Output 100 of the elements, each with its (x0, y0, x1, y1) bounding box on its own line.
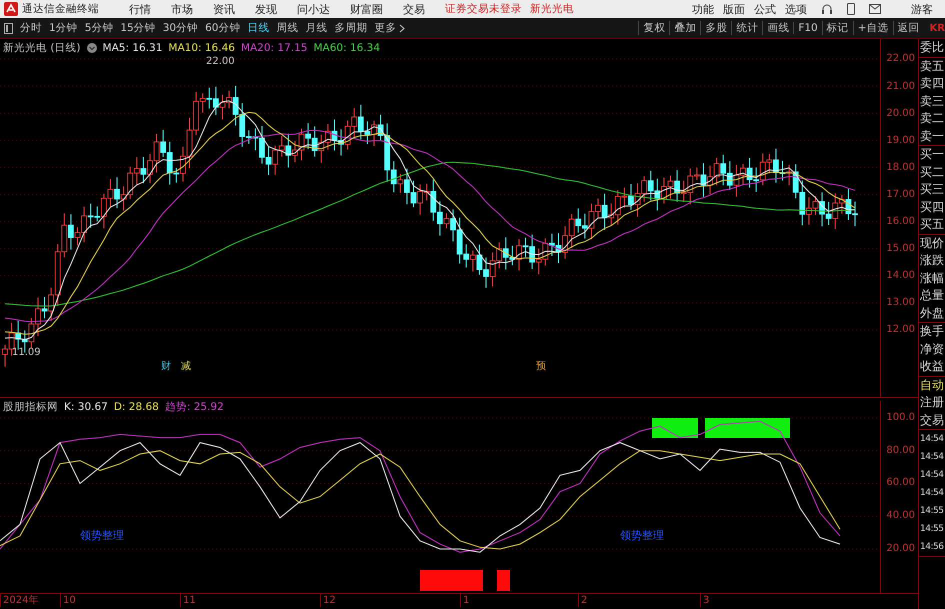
menu-item[interactable]: 公式 (754, 2, 776, 16)
quote-label: 卖四 (919, 75, 945, 92)
user-label[interactable]: 游客 (911, 2, 933, 16)
price-tick: 15.00 (885, 242, 916, 256)
ma-legend-value: MA5: 16.31 (102, 42, 162, 54)
mail-icon[interactable] (869, 4, 881, 14)
app-name: 通达信金融终端 (22, 2, 99, 16)
edge-label: KR (930, 22, 945, 34)
signal-label: 领势整理 (80, 528, 124, 543)
indicator-value: D: 28.68 (114, 401, 159, 413)
price-tick: 18.00 (885, 160, 916, 175)
time-label: 10 (60, 594, 76, 607)
quote-label: 委比 (919, 39, 945, 56)
period-tab[interactable]: 30分钟 (162, 21, 198, 35)
toolbar-button[interactable]: 复权 (638, 21, 670, 35)
toolbar-button[interactable]: 统计 (731, 21, 762, 35)
toolbar-button[interactable]: 画线 (762, 21, 794, 35)
period-tab[interactable]: 60分钟 (205, 21, 240, 35)
toolbar-button[interactable]: +自选 (852, 21, 893, 35)
price-tick: 21.00 (885, 80, 916, 94)
quote-label: 自动 (919, 376, 945, 394)
event-marker[interactable]: 财 (161, 359, 171, 373)
indicator-tick: 60.00 (886, 476, 915, 490)
indicator-tick: 80.00 (886, 444, 915, 458)
phone-icon[interactable] (847, 3, 855, 15)
quote-label: 买四 (919, 198, 945, 216)
trade-time: 14:54 (919, 469, 944, 482)
indicator-value: 趋势: 25.92 (164, 400, 224, 414)
period-tab[interactable]: 15分钟 (120, 21, 156, 35)
time-label: 2 (578, 594, 588, 607)
event-marker[interactable]: 预 (536, 359, 546, 373)
toolbar-button[interactable]: 返回 (892, 21, 924, 35)
quote-label: 卖五 (919, 58, 945, 74)
toolbar-button[interactable]: 多股 (700, 21, 732, 35)
period-tab[interactable]: 5分钟 (84, 21, 114, 35)
price-tick: 13.00 (885, 296, 916, 310)
low-price-label: 11.09 (12, 347, 41, 358)
quote-label: 外盘 (919, 304, 945, 322)
menu-item[interactable]: 问小达 (297, 2, 330, 16)
quote-label: 总量 (919, 287, 945, 304)
menu-item[interactable]: 资讯 (213, 2, 235, 16)
trade-time: 14:55 (919, 523, 944, 536)
period-tab[interactable]: 1分钟 (49, 21, 78, 35)
period-tab[interactable]: 月线 (306, 21, 328, 35)
time-label: 2024年 (0, 594, 38, 607)
high-price-label: 22.00 (206, 56, 235, 67)
quote-label: 买三 (919, 181, 945, 198)
ma-legend-value: MA60: 16.34 (313, 42, 380, 54)
event-marker[interactable]: 减 (181, 359, 191, 373)
trade-time: 14:54 (919, 487, 944, 500)
quote-label: 现价 (919, 234, 945, 252)
notice-text: 新光光电 (530, 2, 574, 16)
quote-label: 交易 (919, 412, 945, 428)
time-label: 11 (180, 594, 196, 607)
indicator-tick: 40.00 (886, 509, 915, 524)
menu-item[interactable]: 选项 (785, 2, 807, 16)
price-tick: 22.00 (885, 52, 916, 66)
notice-text: 证券交易未登录 (445, 2, 522, 16)
price-tick: 14.00 (885, 269, 916, 284)
quote-label: 收益 (919, 358, 945, 375)
headset-icon[interactable] (821, 3, 833, 15)
toolbar-button[interactable]: 叠加 (669, 21, 700, 35)
toolbar-button[interactable]: F10 (793, 22, 822, 34)
price-tick: 20.00 (885, 106, 916, 121)
ma-legend-value: MA20: 17.15 (240, 42, 308, 54)
time-label: 12 (320, 594, 336, 607)
period-tab[interactable]: 多周期 (334, 21, 368, 35)
period-tab[interactable]: 周线 (276, 21, 298, 35)
time-label: 3 (700, 594, 710, 607)
app-logo-icon (4, 2, 18, 16)
chevron-right-icon[interactable] (398, 24, 404, 32)
menu-item[interactable]: 交易 (403, 2, 425, 16)
indicator-tick: 20.00 (886, 542, 915, 556)
dropdown-icon[interactable] (86, 43, 97, 53)
signal-label: 领势整理 (620, 528, 664, 543)
trade-time: 14:55 (919, 505, 944, 518)
quote-label: 卖二 (919, 110, 945, 127)
menu-item[interactable]: 功能 (692, 2, 714, 16)
price-tick: 12.00 (885, 323, 916, 338)
quote-label: 买五 (919, 216, 945, 233)
quote-label: 买二 (919, 164, 945, 180)
period-tab[interactable]: 分时 (20, 21, 42, 35)
quote-label: 涨幅 (919, 270, 945, 286)
toolbar-button[interactable]: 标记 (822, 21, 853, 35)
quote-label: 净资 (919, 340, 945, 358)
panel-toggle-icon[interactable] (4, 22, 13, 34)
menu-item[interactable]: 发现 (255, 2, 277, 16)
menu-item[interactable]: 行情 (129, 2, 151, 16)
indicator-name: 股朋指标网 (3, 400, 58, 414)
quote-label: 换手 (919, 323, 945, 340)
trade-time: 14:54 (919, 451, 944, 464)
ma-legend-value: MA10: 16.46 (168, 42, 235, 54)
menu-item[interactable]: 版面 (723, 2, 745, 16)
period-tab[interactable]: 更多 (374, 21, 396, 35)
quote-label: 买一 (919, 146, 945, 163)
price-tick: 19.00 (885, 134, 916, 148)
menu-item[interactable]: 财富圈 (350, 2, 383, 16)
period-tab[interactable]: 日线 (248, 21, 270, 35)
indicator-tick: 100.0 (886, 411, 915, 425)
menu-item[interactable]: 市场 (171, 2, 193, 16)
